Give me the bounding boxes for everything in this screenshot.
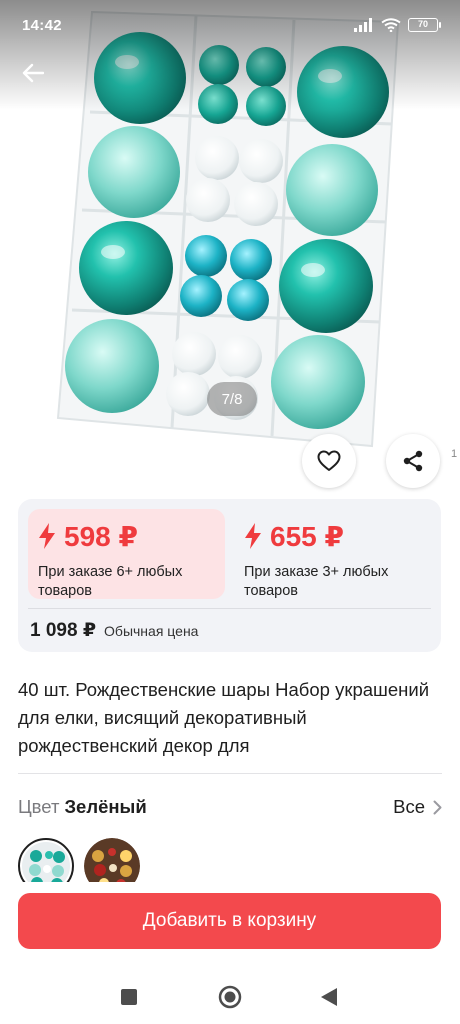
product-title[interactable]: 40 шт. Рождественские шары Набор украшен… [18,676,442,760]
color-value: Зелёный [64,796,147,817]
square-icon [121,989,137,1005]
swatch-multicolor-thumbnail [84,838,140,882]
favorite-button[interactable] [302,434,356,488]
price-card: 598 ₽ При заказе 6+ любых товаров 655 ₽ … [18,499,441,652]
back-nav-button[interactable] [316,984,342,1010]
lightning-icon [245,523,261,549]
offer-price-value: 598 ₽ [64,520,138,552]
gallery-counter: 7/8 [207,382,257,416]
heart-icon [317,450,341,471]
system-icons: 70 [354,18,441,32]
regular-price-value: 1 098 ₽ [30,620,97,641]
system-navigation-bar [0,970,460,1024]
color-label: Цвет Зелёный [18,796,147,818]
home-button[interactable] [217,984,243,1010]
offer-price-value: 655 ₽ [270,520,344,552]
circle-icon [218,985,242,1009]
back-button[interactable] [18,58,48,88]
regular-price: 1 098 ₽ Обычная цена [30,619,198,642]
regular-price-label: Обычная цена [104,623,199,639]
offer-6-items[interactable]: 598 ₽ При заказе 6+ любых товаров [28,509,225,599]
signal-icon [354,18,372,32]
offer-condition: При заказе 3+ любых товаров [244,564,389,599]
offer-condition: При заказе 6+ любых товаров [38,564,183,599]
product-gallery[interactable] [0,0,460,495]
color-swatches [18,838,218,882]
lightning-icon [39,523,55,549]
chevron-right-icon [433,800,442,814]
add-to-cart-button[interactable]: Добавить в корзину [18,893,441,949]
price-divider [28,608,431,609]
offer-price: 598 ₽ [38,519,215,553]
offer-3-items[interactable]: 655 ₽ При заказе 3+ любых товаров [234,509,434,600]
color-key: Цвет [18,796,60,817]
recent-apps-button[interactable] [116,984,142,1010]
swatch-green[interactable] [18,838,74,882]
color-selector[interactable]: Цвет Зелёный Все [18,794,442,820]
offer-price: 655 ₽ [244,519,424,553]
show-all-colors[interactable]: Все [393,796,442,818]
section-divider [18,773,442,774]
status-time: 14:42 [22,16,62,34]
swatch-multicolor[interactable] [84,838,140,882]
swatch-green-thumbnail [22,842,70,882]
show-all-label: Все [393,796,425,817]
triangle-back-icon [321,988,337,1006]
wifi-icon [381,18,401,32]
arrow-left-icon [22,63,44,83]
share-icon [403,450,423,472]
edge-number: 1 [451,448,458,460]
status-bar: 14:42 70 [0,0,460,50]
battery-icon: 70 [408,18,441,32]
share-button[interactable] [386,434,440,488]
